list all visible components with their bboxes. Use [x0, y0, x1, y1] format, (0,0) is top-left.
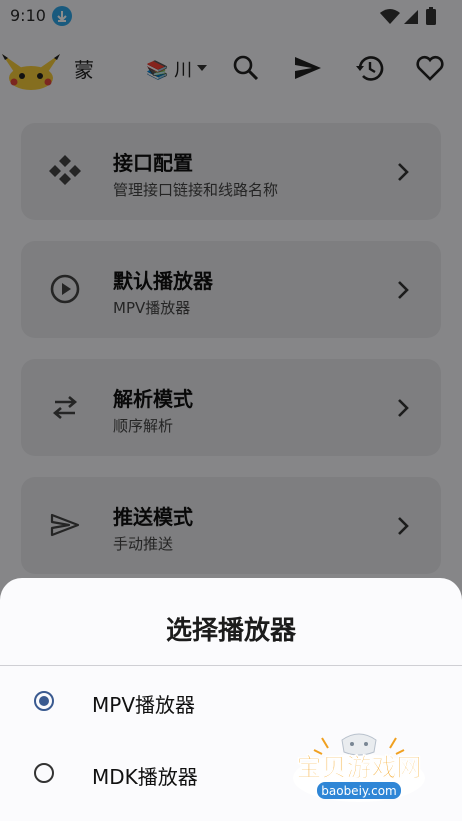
- radio-unselected-icon[interactable]: [34, 763, 54, 783]
- watermark-logo: 宝贝游戏网 baobeiy.com: [284, 726, 434, 806]
- sheet-title: 选择播放器: [165, 616, 296, 646]
- svg-text:宝贝游戏网: 宝贝游戏网: [296, 753, 421, 782]
- option-label: MPV播放器: [92, 693, 195, 717]
- option-label: MDK播放器: [92, 765, 198, 789]
- radio-selected-icon[interactable]: [34, 691, 54, 711]
- divider: [0, 665, 462, 666]
- svg-text:baobeiy.com: baobeiy.com: [321, 784, 396, 798]
- player-option-mpv[interactable]: MPV播放器: [0, 673, 462, 733]
